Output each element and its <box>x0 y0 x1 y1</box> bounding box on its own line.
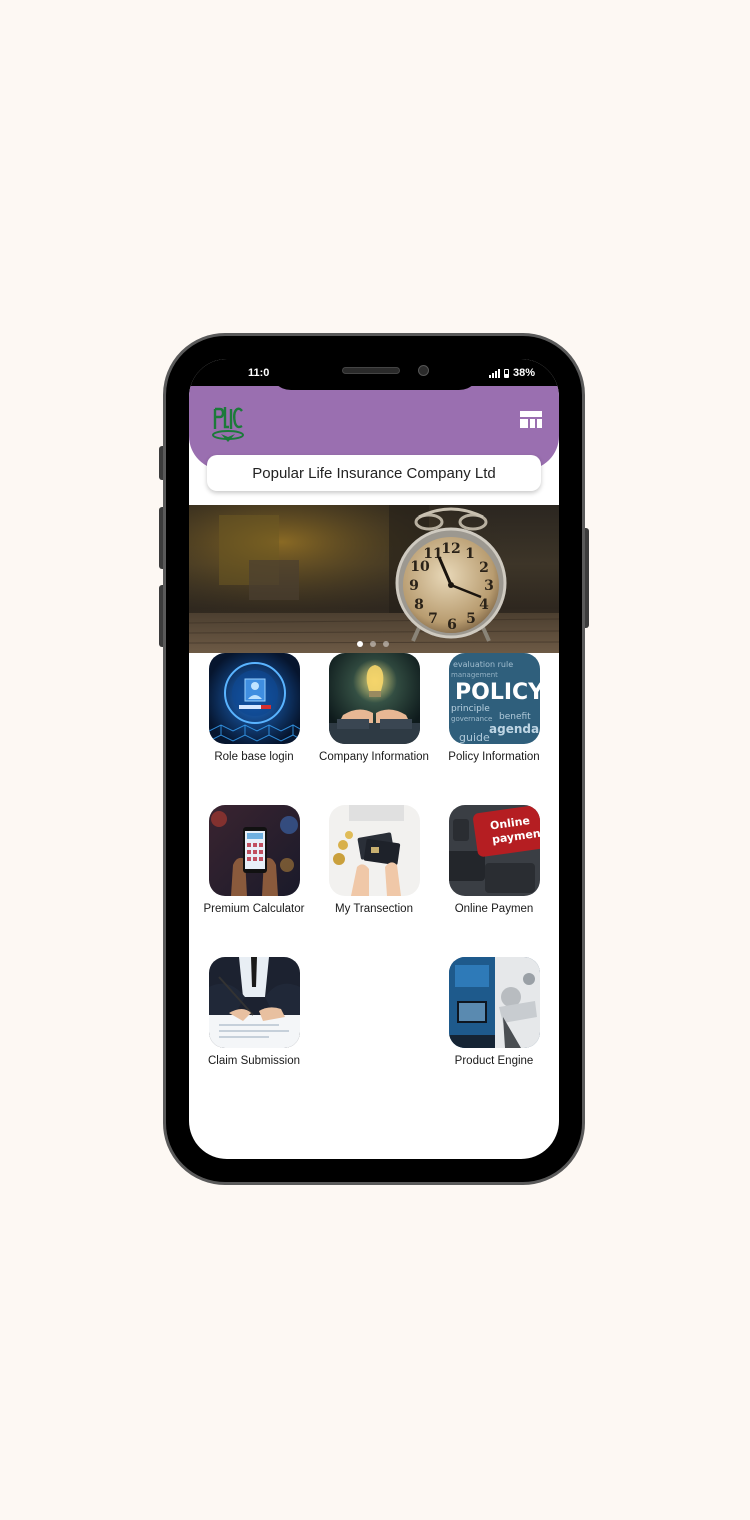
carousel-dot[interactable] <box>383 641 389 647</box>
plic-logo-icon[interactable] <box>209 401 247 445</box>
menu-online-payment[interactable]: Online payment Online Paymen <box>434 805 554 915</box>
phone-frame: 11:0 38% Popular Life Insurance Company … <box>163 333 585 1185</box>
front-camera <box>418 365 429 376</box>
notch <box>269 359 481 390</box>
banner-carousel[interactable]: 12 1 2 3 4 5 6 7 8 9 10 11 <box>189 505 559 653</box>
svg-text:3: 3 <box>484 578 494 594</box>
svg-text:governance: governance <box>451 715 492 723</box>
menu-product-engine[interactable]: Product Engine <box>434 957 554 1067</box>
policy-word-cloud-image: evaluation rule management POLICY princi… <box>448 653 540 744</box>
svg-text:4: 4 <box>479 597 489 613</box>
menu-role-base-login[interactable]: Role base login <box>194 653 314 763</box>
speaker-grille <box>342 367 400 374</box>
menu-label: Online Paymen <box>454 903 534 915</box>
signal-icon <box>488 368 500 378</box>
svg-text:12: 12 <box>441 541 460 557</box>
menu-label: Policy Information <box>448 751 540 763</box>
menu-label: Product Engine <box>454 1055 534 1067</box>
menu-my-transection[interactable]: My Transection <box>314 805 434 915</box>
product-engine-image <box>448 957 540 1048</box>
login-hologram-image <box>208 653 300 744</box>
credit-cards-image <box>328 805 420 896</box>
svg-text:7: 7 <box>428 611 438 627</box>
menu-label: Premium Calculator <box>203 903 305 915</box>
online-payment-key-image: Online payment <box>448 805 540 896</box>
menu-label: My Transection <box>335 903 413 915</box>
svg-text:evaluation rule: evaluation rule <box>453 660 513 669</box>
svg-text:benefit: benefit <box>499 712 531 722</box>
alarm-clock-image: 12 1 2 3 4 5 6 7 8 9 10 11 <box>189 505 559 653</box>
status-time: 11:0 <box>248 367 270 379</box>
company-name-card: Popular Life Insurance Company Ltd <box>207 455 541 491</box>
svg-text:1: 1 <box>465 546 475 562</box>
svg-text:2: 2 <box>479 560 489 576</box>
svg-text:management: management <box>451 671 498 679</box>
dashboard-layout-icon[interactable] <box>520 411 542 428</box>
menu-label: Role base login <box>214 751 294 763</box>
menu-policy-information[interactable]: evaluation rule management POLICY princi… <box>434 653 554 763</box>
menu-company-information[interactable]: Company Information <box>314 653 434 763</box>
battery-level: 38% <box>512 367 535 379</box>
menu-label: Claim Submission <box>207 1055 301 1067</box>
signing-document-image <box>208 957 300 1048</box>
carousel-dot[interactable] <box>370 641 376 647</box>
status-indicators: 38% <box>488 367 535 379</box>
phone-calculator-image <box>208 805 300 896</box>
menu-claim-submission[interactable]: Claim Submission <box>194 957 314 1067</box>
company-name: Popular Life Insurance Company Ltd <box>252 464 496 482</box>
svg-text:guide: guide <box>459 731 490 744</box>
carousel-indicators <box>357 641 389 647</box>
lightbulb-hands-image <box>328 653 420 744</box>
carousel-dot[interactable] <box>357 641 363 647</box>
svg-text:POLICY: POLICY <box>455 680 540 705</box>
menu-label: Company Information <box>319 751 429 763</box>
battery-icon <box>503 368 509 378</box>
menu-premium-calculator[interactable]: Premium Calculator <box>194 805 314 915</box>
app-screen: 11:0 38% Popular Life Insurance Company … <box>189 359 559 1159</box>
svg-text:5: 5 <box>466 611 476 627</box>
svg-text:8: 8 <box>414 597 424 613</box>
svg-text:agenda: agenda <box>489 722 539 736</box>
svg-text:6: 6 <box>447 617 457 633</box>
svg-text:principle: principle <box>451 704 490 714</box>
svg-text:9: 9 <box>409 578 419 594</box>
